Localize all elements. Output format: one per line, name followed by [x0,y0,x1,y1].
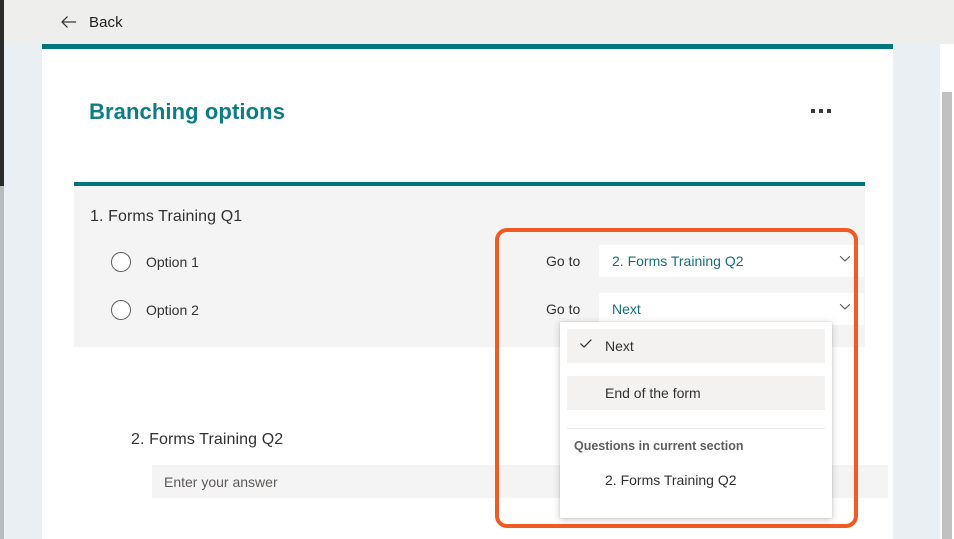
menu-item-next-label: Next [605,338,634,354]
app-root: Back Branching options 1. Forms Training… [0,0,954,539]
goto-dropdown-menu: Next End of the form Questions in curren… [560,322,832,518]
top-command-bar: Back [4,0,954,44]
ellipsis-dot [811,109,815,113]
radio-icon[interactable] [111,300,131,320]
chevron-down-icon [838,300,852,319]
radio-icon[interactable] [111,252,131,272]
answer-input-placeholder: Enter your answer [164,474,278,490]
question-2-title: 2. Forms Training Q2 [131,431,283,449]
goto-label-1: Go to [546,253,588,269]
goto-dropdown-1[interactable]: 2. Forms Training Q2 [599,245,864,277]
checkmark-icon [579,337,593,356]
ellipsis-dot [819,109,823,113]
menu-item-question-2[interactable]: 2. Forms Training Q2 [567,463,825,497]
goto-dropdown-2[interactable]: Next [599,293,864,325]
ellipsis-dot [827,109,831,113]
vertical-scrollbar-track[interactable] [940,44,954,539]
choice-option-2[interactable]: Option 2 [111,300,199,320]
choice-option-2-label: Option 2 [146,302,199,318]
goto-row-2: Go to Next [546,293,864,325]
goto-dropdown-1-value: 2. Forms Training Q2 [612,253,744,269]
menu-item-end-of-form[interactable]: End of the form [567,376,825,410]
arrow-left-icon [60,13,78,31]
chevron-down-icon [838,252,852,271]
ellipsis-icon[interactable] [804,96,838,126]
vertical-scrollbar-thumb[interactable] [942,92,952,539]
menu-item-end-of-form-label: End of the form [605,385,701,401]
window-edge-strip-lower [0,186,4,539]
goto-dropdown-2-value: Next [612,301,641,317]
page-title: Branching options [89,99,285,125]
choice-option-1-label: Option 1 [146,254,199,270]
back-button[interactable]: Back [60,8,123,36]
goto-row-1: Go to 2. Forms Training Q2 [546,245,864,277]
back-button-label: Back [89,14,123,31]
choice-option-1[interactable]: Option 1 [111,252,199,272]
menu-group-label: Questions in current section [560,429,832,453]
goto-label-2: Go to [546,301,588,317]
menu-item-next[interactable]: Next [567,329,825,363]
menu-item-question-2-label: 2. Forms Training Q2 [605,472,737,488]
card-header: Branching options [42,49,893,137]
question-1-title: 1. Forms Training Q1 [90,208,242,226]
